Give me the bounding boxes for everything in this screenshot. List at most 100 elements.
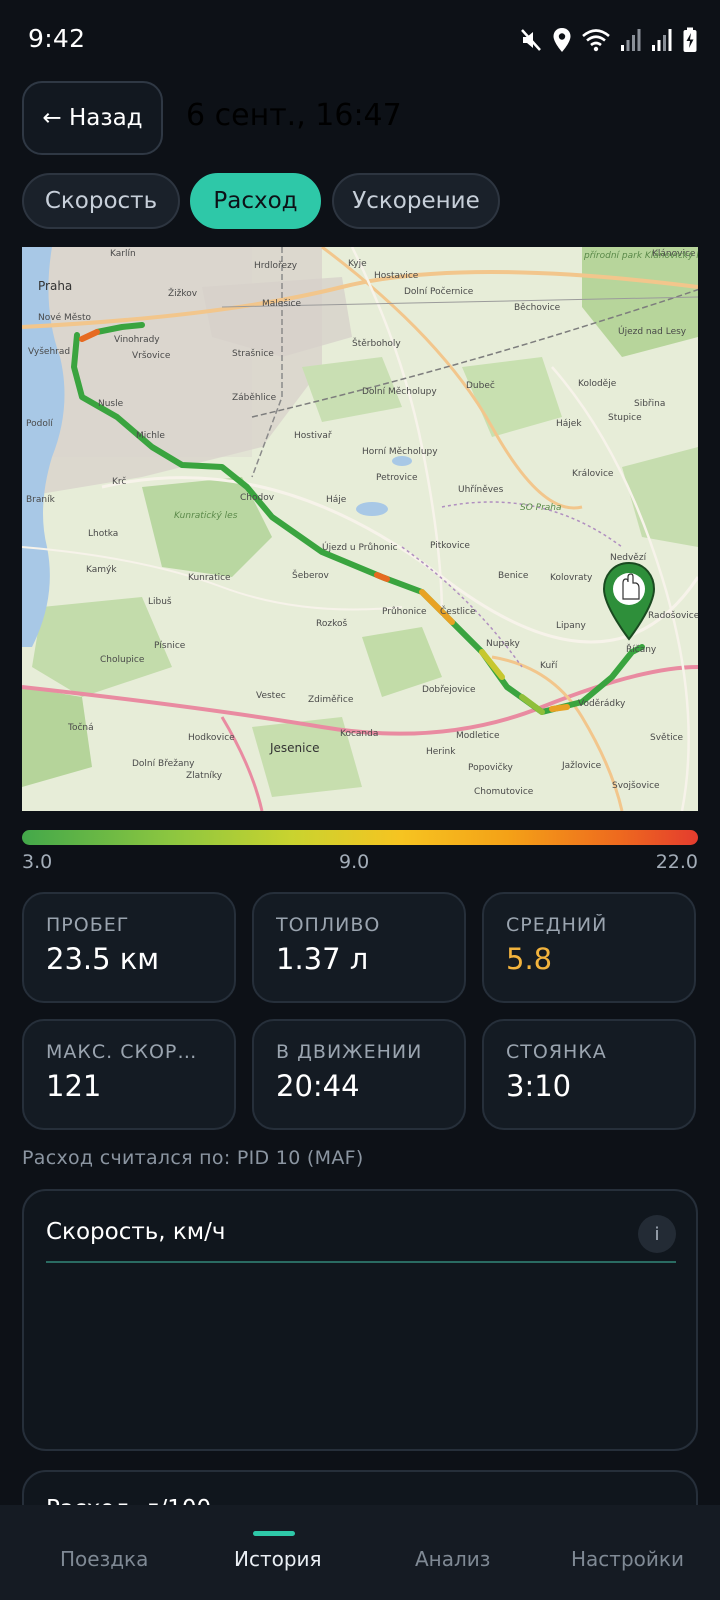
map-label: Kyje: [348, 259, 367, 269]
map-label: SO Praha: [520, 503, 562, 513]
map-label: Popovičky: [468, 763, 513, 773]
speed-chart-panel: Скорость, км/ч i: [22, 1189, 698, 1451]
map-label: Braník: [26, 495, 55, 505]
map-label: Čestlice: [440, 607, 476, 617]
map-label: Nusle: [98, 399, 124, 409]
tab-consumption[interactable]: Расход: [190, 173, 321, 229]
chart-divider: [46, 1261, 676, 1263]
map-label: Běchovice: [514, 303, 561, 313]
map-label: Nedvězí: [610, 553, 647, 563]
stat-card-average: СРЕДНИЙ 5.8: [482, 892, 696, 1003]
map-label: Kunratický les: [174, 511, 238, 521]
map-label: Koloděje: [578, 379, 617, 389]
map-label: Chodov: [240, 493, 275, 503]
map-label: Říčany: [626, 645, 657, 655]
map-label: Stupice: [608, 413, 642, 423]
map-label: Nupaky: [486, 639, 520, 649]
map-label: Žižkov: [168, 289, 198, 299]
map-label: Šeberov: [292, 571, 329, 581]
nav-item-settings[interactable]: Настройки: [571, 1547, 684, 1571]
map-label: Malešice: [262, 299, 301, 309]
map-label: Kuří: [540, 661, 558, 671]
map-label: Rozkoš: [316, 619, 348, 629]
tab-acceleration[interactable]: Ускорение: [332, 173, 500, 229]
mute-icon: [519, 27, 543, 53]
stat-value: 121: [46, 1069, 102, 1103]
map-label: Újezd u Průhonic: [322, 543, 398, 553]
map-label: Pitkovice: [430, 541, 470, 551]
stat-value: 5.8: [506, 942, 553, 976]
map-label: Záběhlice: [232, 393, 277, 403]
map-label: Svojšovice: [612, 781, 660, 791]
map-label: Libuš: [148, 597, 172, 607]
map-label: Kunratice: [188, 573, 231, 583]
map-label: Petrovice: [376, 473, 418, 483]
page-title: 6 сент., 16:47: [186, 98, 402, 133]
map-label: Vinohrady: [114, 335, 160, 345]
nav-item-history[interactable]: История: [234, 1547, 322, 1571]
map-label: Štěrboholy: [352, 339, 401, 349]
map-label: Krč: [112, 477, 127, 487]
bottom-nav: Поездка История Анализ Настройки: [0, 1505, 720, 1600]
map-label: Uhříněves: [458, 485, 504, 495]
map-label: Hostavice: [374, 271, 419, 281]
stat-label: ПРОБЕГ: [46, 914, 130, 936]
map-label: Chomutovice: [474, 787, 534, 797]
status-time: 9:42: [28, 24, 86, 53]
map-label: Kocanda: [340, 729, 379, 739]
map-label: Modletice: [456, 731, 500, 741]
location-icon: [552, 27, 572, 53]
consumption-source-note: Расход считался по: PID 10 (MAF): [22, 1147, 364, 1169]
map-label: Jesenice: [270, 741, 320, 755]
map-label: Hájek: [556, 419, 582, 429]
map-label: Zlatníky: [186, 771, 223, 781]
signal-icon: [651, 28, 673, 52]
battery-charging-icon: [682, 27, 698, 53]
nav-item-trip[interactable]: Поездка: [60, 1547, 148, 1571]
map-label: Dolní Počernice: [404, 287, 474, 297]
map-label: Písnice: [154, 641, 186, 651]
signal-icon: [620, 28, 642, 52]
map-label: Cholupice: [100, 655, 145, 665]
map-label: Hrdlořezy: [254, 261, 298, 271]
stat-card-max-speed: МАКС. СКОРОСТЬ 121: [22, 1019, 236, 1130]
map-label: Horní Měcholupy: [362, 447, 438, 457]
map-label: Praha: [38, 279, 73, 293]
map-label: Točná: [68, 723, 94, 733]
consumption-scale-bar: [22, 830, 698, 845]
map-label: Podolí: [26, 419, 53, 429]
map-label: Lhotka: [88, 529, 119, 539]
wifi-icon: [581, 28, 611, 52]
map-label: Strašnice: [232, 349, 274, 359]
scale-min-label: 3.0: [22, 851, 53, 873]
map-label: Nové Město: [38, 313, 91, 323]
stat-value: 20:44: [276, 1069, 360, 1103]
map-label: Hodkovice: [188, 733, 235, 743]
map-label: Hostivař: [294, 431, 332, 441]
map-label: Voděrádky: [578, 699, 626, 709]
map-label: Vršovice: [132, 351, 171, 361]
map-label: Michle: [136, 431, 165, 441]
map-label: Háje: [326, 495, 347, 505]
map-label: Kolovraty: [550, 573, 593, 583]
nav-item-analysis[interactable]: Анализ: [415, 1547, 490, 1571]
scale-max-label: 22.0: [655, 851, 698, 873]
stat-value: 1.37 л: [276, 942, 369, 976]
map-label: Benice: [498, 571, 529, 581]
map-label: Dolní Měcholupy: [362, 387, 437, 397]
stat-label: СРЕДНИЙ: [506, 914, 608, 936]
map-label: Zdiměřice: [308, 695, 354, 705]
map-label: přírodní park Klánovický les: [584, 251, 698, 261]
map-label: Vyšehrad: [28, 347, 71, 357]
back-button[interactable]: ← Назад: [22, 81, 163, 155]
route-map[interactable]: Praha Karlín Žižkov Hrdlořezy Kyje Hosta…: [22, 247, 698, 811]
map-label: Dolní Břežany: [132, 759, 195, 769]
stat-card-idle-time: СТОЯНКА 3:10: [482, 1019, 696, 1130]
stat-value: 23.5 км: [46, 942, 160, 976]
stat-value: 3:10: [506, 1069, 572, 1103]
map-label: Průhonice: [382, 607, 427, 617]
tab-speed[interactable]: Скорость: [22, 173, 180, 229]
info-button[interactable]: i: [638, 1215, 676, 1253]
map-label: Újezd nad Lesy: [618, 327, 687, 337]
map-label: Dubeč: [466, 381, 495, 391]
